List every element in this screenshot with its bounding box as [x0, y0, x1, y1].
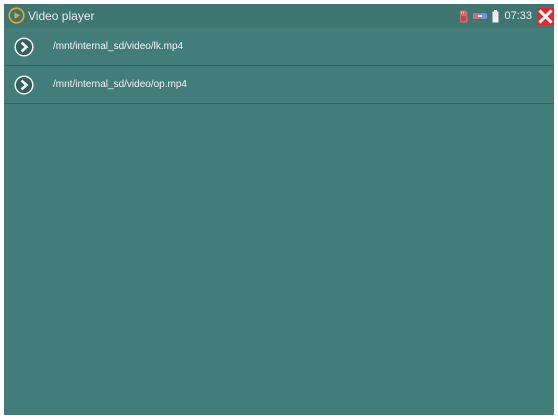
status-time: 07:33 [504, 10, 532, 22]
video-player-screen: Video player 07:33 /mnt/internal_sd/vide… [4, 4, 554, 415]
file-path: /mnt/internal_sd/video/lk.mp4 [53, 41, 184, 52]
network-icon [473, 13, 488, 19]
file-path: /mnt/internal_sd/video/op.mp4 [53, 79, 187, 90]
play-circle-icon [8, 7, 25, 24]
video-file-list: /mnt/internal_sd/video/lk.mp4 /mnt/inter… [4, 28, 554, 104]
list-item[interactable]: /mnt/internal_sd/video/op.mp4 [4, 66, 554, 104]
battery-icon [492, 9, 499, 22]
app-title: Video player [28, 9, 95, 23]
close-icon [537, 7, 554, 25]
title-bar: Video player 07:33 [4, 4, 554, 28]
play-arrow-icon [14, 37, 34, 57]
play-arrow-icon [14, 75, 34, 95]
sd-card-icon [460, 10, 468, 22]
list-item[interactable]: /mnt/internal_sd/video/lk.mp4 [4, 28, 554, 66]
close-button[interactable] [537, 7, 554, 25]
status-icons: 07:33 [455, 4, 554, 28]
